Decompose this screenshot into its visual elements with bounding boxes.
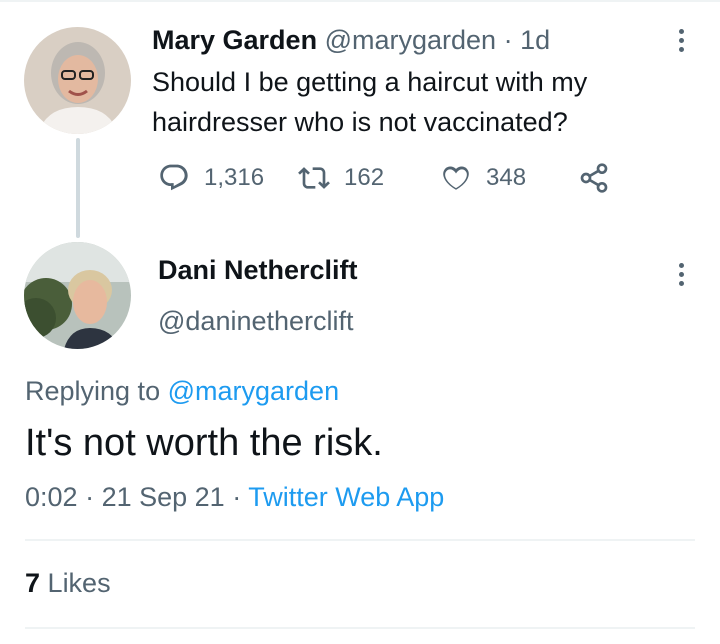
reply-icon [158,162,190,194]
replying-to-prefix: Replying to [25,376,161,406]
share-icon [578,162,610,194]
tweet2-meta: 0:02 · 21 Sep 21 · Twitter Web App [25,479,444,515]
tweet2-author-name[interactable]: Dani Netherclift [158,252,358,288]
tweet1-more-icon[interactable] [676,29,686,56]
like-button[interactable]: 348 [440,160,526,196]
retweet-count: 162 [344,164,385,191]
likes-label: Likes [47,568,111,598]
avatar-mary-garden[interactable] [24,27,131,134]
meta-separator-2: · [232,482,242,512]
tweet2-handle[interactable]: @daninetherclift [158,303,354,339]
tweet2-date[interactable]: 21 Sep 21 [102,482,225,512]
thread-connector-line [76,138,80,238]
reply-count: 1,316 [204,164,265,191]
retweet-icon [298,162,330,194]
tweet1-header: Mary Garden @marygarden · 1d [152,22,550,58]
divider-below-likes [25,627,695,629]
top-divider [0,0,720,2]
tweet1-separator: · [503,25,513,55]
likes-count: 7 [25,568,41,598]
like-count: 348 [486,164,527,191]
tweet2-time[interactable]: 0:02 [25,482,78,512]
tweet2-source-link[interactable]: Twitter Web App [248,482,444,512]
reply-button[interactable]: 1,316 [158,160,264,196]
tweet1-handle[interactable]: @marygarden [325,25,496,55]
tweet1-author-name[interactable]: Mary Garden [152,25,317,55]
tweet2-text: It's not worth the risk. [25,422,383,464]
likes-stat[interactable]: 7 Likes [25,565,111,601]
avatar-dani-netherclift[interactable] [24,242,131,349]
meta-separator-1: · [85,482,95,512]
divider-above-likes [25,539,695,541]
like-icon [440,162,472,194]
retweet-button[interactable]: 162 [298,160,384,196]
share-button[interactable] [578,160,610,196]
replying-to-line: Replying to @marygarden [25,373,339,409]
replying-to-handle-link[interactable]: @marygarden [168,376,339,406]
tweet2-more-icon[interactable] [676,263,686,290]
tweet1-text: Should I be getting a haircut with my ha… [152,67,588,137]
tweet1-time-ago[interactable]: 1d [520,25,550,55]
